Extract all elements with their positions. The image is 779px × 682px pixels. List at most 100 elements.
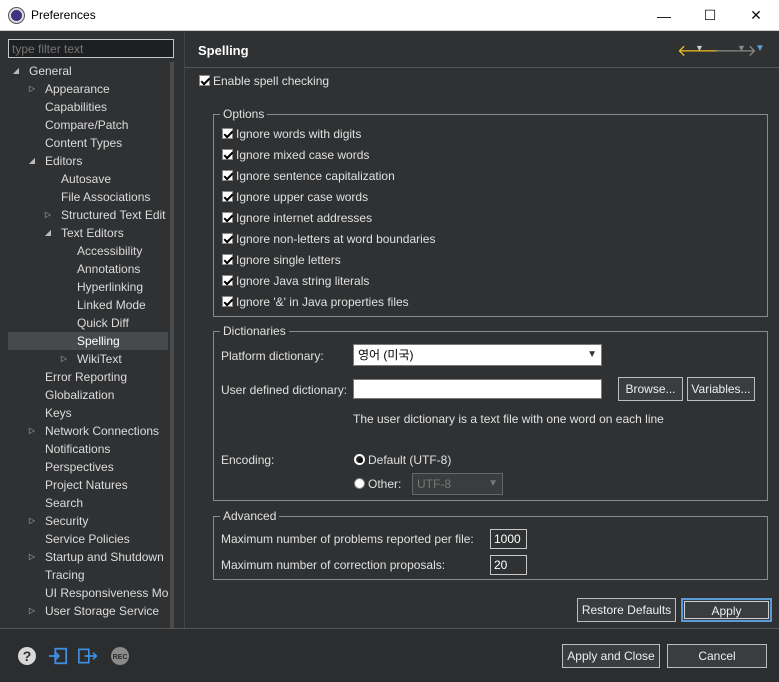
tree-item-label: Linked Mode bbox=[77, 298, 146, 312]
forward-arrow-icon[interactable]: 🡒 bbox=[714, 40, 757, 61]
back-history-dropdown-icon[interactable]: ▼ bbox=[695, 43, 704, 53]
apply-and-close-button[interactable]: Apply and Close bbox=[562, 644, 660, 668]
option-checkbox[interactable]: Ignore internet addresses bbox=[222, 210, 372, 226]
filter-box[interactable] bbox=[8, 39, 174, 58]
tree-scrollbar[interactable] bbox=[170, 62, 174, 628]
tree-item[interactable]: Hyperlinking bbox=[0, 278, 168, 296]
option-checkbox[interactable]: Ignore single letters bbox=[222, 252, 341, 268]
checkbox-icon[interactable] bbox=[222, 170, 233, 181]
tree-item[interactable]: ▷ Network Connections bbox=[0, 422, 168, 440]
collapsed-arrow-icon[interactable]: ▷ bbox=[27, 548, 37, 566]
tree-item[interactable]: Quick Diff bbox=[0, 314, 168, 332]
option-checkbox[interactable]: Ignore upper case words bbox=[222, 189, 368, 205]
tree-item[interactable]: Globalization bbox=[0, 386, 168, 404]
tree-item-label: Error Reporting bbox=[45, 370, 128, 384]
forward-history-dropdown-icon[interactable]: ▼ bbox=[737, 43, 746, 53]
user-dictionary-input[interactable] bbox=[353, 379, 602, 399]
preference-tree[interactable]: ◢ General ▷ Appearance Capabilities Compare/P… bbox=[0, 62, 174, 628]
tree-item[interactable]: ▷ Appearance bbox=[0, 80, 168, 98]
tree-item[interactable]: Compare/Patch bbox=[0, 116, 168, 134]
eclipse-app-icon bbox=[9, 8, 24, 23]
radio-unselected-icon[interactable] bbox=[354, 478, 365, 489]
platform-dictionary-select[interactable]: 영어 (미국) ▼ bbox=[353, 344, 602, 366]
tree-item[interactable]: ◢ General bbox=[0, 62, 168, 80]
tree-item[interactable]: Annotations bbox=[0, 260, 168, 278]
expanded-arrow-icon[interactable]: ◢ bbox=[27, 152, 37, 170]
tree-item[interactable]: ▷ Structured Text Edit bbox=[0, 206, 168, 224]
collapsed-arrow-icon[interactable]: ▷ bbox=[43, 206, 53, 224]
checkbox-icon[interactable] bbox=[222, 296, 233, 307]
other-encoding-radio[interactable]: Other: bbox=[354, 476, 401, 492]
tree-item[interactable]: Linked Mode bbox=[0, 296, 168, 314]
tree-item[interactable]: Project Natures bbox=[0, 476, 168, 494]
help-icon[interactable]: ? bbox=[17, 646, 37, 666]
svg-text:REC: REC bbox=[113, 654, 128, 661]
option-checkbox[interactable]: Ignore sentence capitalization bbox=[222, 168, 395, 184]
checkbox-icon[interactable] bbox=[222, 149, 233, 160]
maximize-button[interactable]: ☐ bbox=[687, 0, 733, 31]
checkbox-icon[interactable] bbox=[199, 75, 210, 86]
collapsed-arrow-icon[interactable]: ▷ bbox=[27, 422, 37, 440]
variables-button[interactable]: Variables... bbox=[687, 377, 755, 401]
tree-item-label: User Storage Service bbox=[45, 604, 160, 618]
tree-item[interactable]: ▷ Startup and Shutdown bbox=[0, 548, 168, 566]
tree-item[interactable]: ▷ WikiText bbox=[0, 350, 168, 368]
tree-item-label: File Associations bbox=[61, 190, 151, 204]
collapsed-arrow-icon[interactable]: ▷ bbox=[27, 80, 37, 98]
max-problems-input[interactable]: 1000 bbox=[490, 529, 527, 549]
close-button[interactable]: ✕ bbox=[733, 0, 779, 31]
tree-item[interactable]: Perspectives bbox=[0, 458, 168, 476]
tree-item[interactable]: Accessibility bbox=[0, 242, 168, 260]
view-menu-icon[interactable]: ▼ bbox=[755, 43, 765, 54]
checkbox-icon[interactable] bbox=[222, 128, 233, 139]
tree-item-label: WikiText bbox=[77, 352, 122, 366]
tree-item[interactable]: Notifications bbox=[0, 440, 168, 458]
option-checkbox[interactable]: Ignore mixed case words bbox=[222, 147, 369, 163]
checkbox-icon[interactable] bbox=[222, 254, 233, 265]
max-proposals-input[interactable]: 20 bbox=[490, 555, 527, 575]
tree-item[interactable]: File Associations bbox=[0, 188, 168, 206]
tree-item[interactable]: ▷ User Storage Service bbox=[0, 602, 168, 620]
checkbox-icon[interactable] bbox=[222, 275, 233, 286]
tree-item[interactable]: Capabilities bbox=[0, 98, 168, 116]
max-proposals-label: Maximum number of correction proposals: bbox=[221, 558, 446, 572]
import-icon[interactable] bbox=[48, 646, 68, 666]
option-label: Ignore non-letters at word boundaries bbox=[236, 232, 436, 246]
minimize-button[interactable]: — bbox=[641, 0, 687, 31]
filter-input[interactable] bbox=[9, 40, 173, 57]
tree-item[interactable]: Autosave bbox=[0, 170, 168, 188]
tree-item[interactable]: Search bbox=[0, 494, 168, 512]
tree-item[interactable]: Tracing bbox=[0, 566, 168, 584]
cancel-button[interactable]: Cancel bbox=[667, 644, 767, 668]
option-checkbox[interactable]: Ignore words with digits bbox=[222, 126, 361, 142]
checkbox-icon[interactable] bbox=[222, 191, 233, 202]
radio-selected-icon[interactable] bbox=[354, 454, 365, 465]
tree-item[interactable]: Keys bbox=[0, 404, 168, 422]
tree-item[interactable]: Service Policies bbox=[0, 530, 168, 548]
export-icon[interactable] bbox=[78, 646, 98, 666]
checkbox-icon[interactable] bbox=[222, 212, 233, 223]
tree-item[interactable]: Error Reporting bbox=[0, 368, 168, 386]
tree-item[interactable]: ◢ Editors bbox=[0, 152, 168, 170]
pane-divider[interactable] bbox=[184, 32, 185, 628]
option-checkbox[interactable]: Ignore Java string literals bbox=[222, 273, 369, 289]
tree-item[interactable]: ▷ Security bbox=[0, 512, 168, 530]
expanded-arrow-icon[interactable]: ◢ bbox=[43, 224, 53, 242]
browse-button[interactable]: Browse... bbox=[618, 377, 683, 401]
enable-spell-checkbox[interactable]: Enable spell checking bbox=[199, 73, 329, 89]
default-encoding-radio[interactable]: Default (UTF-8) bbox=[354, 452, 451, 468]
tree-item[interactable]: Spelling bbox=[8, 332, 168, 350]
restore-defaults-button[interactable]: Restore Defaults bbox=[577, 598, 676, 622]
tree-item[interactable]: Content Types bbox=[0, 134, 168, 152]
expanded-arrow-icon[interactable]: ◢ bbox=[11, 62, 21, 80]
collapsed-arrow-icon[interactable]: ▷ bbox=[27, 602, 37, 620]
option-checkbox[interactable]: Ignore non-letters at word boundaries bbox=[222, 231, 435, 247]
record-icon[interactable]: REC bbox=[110, 646, 130, 666]
checkbox-icon[interactable] bbox=[222, 233, 233, 244]
tree-item[interactable]: UI Responsiveness Mor bbox=[0, 584, 168, 602]
option-checkbox[interactable]: Ignore '&' in Java properties files bbox=[222, 294, 409, 310]
collapsed-arrow-icon[interactable]: ▷ bbox=[59, 350, 69, 368]
tree-item[interactable]: ◢ Text Editors bbox=[0, 224, 168, 242]
collapsed-arrow-icon[interactable]: ▷ bbox=[27, 512, 37, 530]
apply-button[interactable]: Apply bbox=[681, 598, 772, 622]
